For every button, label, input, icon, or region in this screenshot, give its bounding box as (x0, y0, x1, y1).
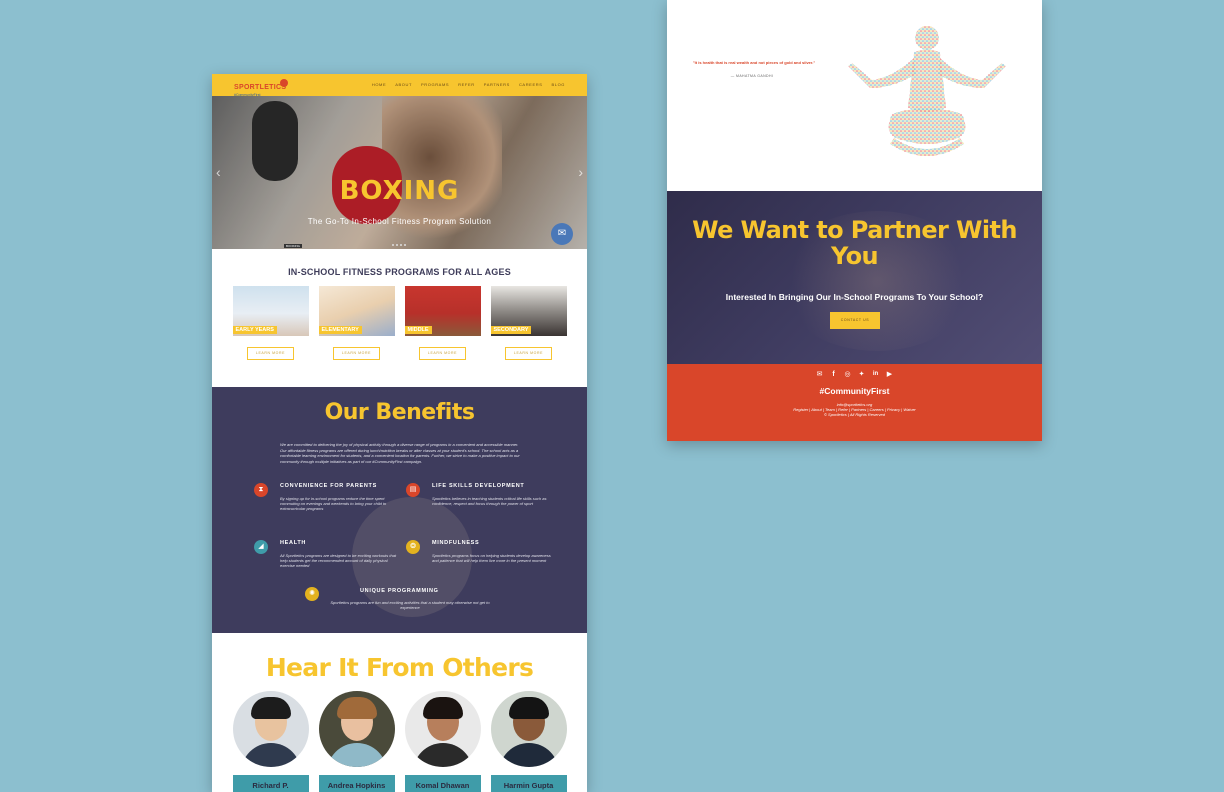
mail-icon[interactable]: ✉ (815, 370, 824, 379)
nav-item-blog[interactable]: BLOG (551, 82, 565, 87)
testimonial-people: Richard P. Andrea Hopkins Komal Dhawan H… (212, 691, 587, 792)
quote-section: "It is health that is real wealth and no… (667, 0, 1042, 191)
benefit-text: Sportletics believes in teaching student… (432, 496, 547, 507)
facebook-icon[interactable]: f (829, 370, 838, 379)
testimonial-card[interactable]: Richard P. (232, 691, 309, 792)
benefit-title: LIFE SKILLS DEVELOPMENT (432, 483, 525, 489)
benefits-intro: We are committed to delivering the joy o… (280, 442, 520, 464)
book-icon: ▤ (406, 483, 420, 497)
hourglass-icon: ⧗ (254, 483, 268, 497)
hero-overlay (212, 96, 587, 249)
social-links: ✉ f ◎ ✦ in ▶ (667, 364, 1042, 379)
mail-icon[interactable]: ✉ (551, 223, 573, 245)
testimonials-section: Hear It From Others Richard P. Andrea Ho… (212, 633, 587, 792)
avatar (490, 691, 567, 767)
learn-more-button[interactable]: LEARN MORE (247, 347, 294, 360)
program-cards: EARLY YEARS LEARN MORE ELEMENTARY LEARN … (212, 286, 587, 360)
lightbulb-icon: ✺ (305, 587, 319, 601)
nav-item-refer[interactable]: REFER (458, 82, 475, 87)
footer-hashtag: #CommunityFirst (819, 386, 890, 396)
yoga-figure-illustration (848, 26, 1006, 156)
benefit-text: By signing up for in-school programs red… (280, 496, 387, 512)
program-card-middle: MIDDLE LEARN MORE (404, 286, 481, 360)
nav-item-home[interactable]: HOME (372, 82, 386, 87)
avatar (404, 691, 481, 767)
program-card-secondary: SECONDARY LEARN MORE (490, 286, 567, 360)
benefit-mindfulness: ❂ MINDFULNESS Sportletics programs focus… (406, 540, 552, 564)
program-label: ELEMENTARY (318, 326, 362, 334)
partner-section: We Want to Partner With You Interested I… (667, 191, 1042, 364)
instagram-icon[interactable]: ◎ (843, 370, 852, 379)
programs-section: IN-SCHOOL FITNESS PROGRAMS FOR ALL AGES … (212, 249, 587, 387)
homepage-mockup: SPORTLETICS #CommunityFirst HOME ABOUT P… (212, 74, 587, 792)
benefits-section: Our Benefits We are committed to deliver… (212, 387, 587, 633)
avatar (318, 691, 395, 767)
benefit-title: HEALTH (280, 540, 307, 546)
learn-more-button[interactable]: LEARN MORE (505, 347, 552, 360)
benefit-life-skills: ▤ LIFE SKILLS DEVELOPMENT Sportletics be… (406, 483, 552, 507)
testimonial-name: Richard P. (232, 775, 309, 792)
benefit-text: Sportletics programs are fun and excitin… (330, 600, 490, 611)
program-image[interactable]: EARLY YEARS (232, 286, 309, 336)
benefit-title: MINDFULNESS (432, 540, 480, 546)
logo-text: SPORTLETICS (234, 84, 287, 91)
testimonial-name: Komal Dhawan (404, 775, 481, 792)
benefit-health: ◢ HEALTH All Sportletics programs are de… (254, 540, 400, 569)
contact-us-button[interactable]: CONTACT US (830, 312, 880, 329)
twitter-icon[interactable]: ✦ (857, 370, 866, 379)
program-image[interactable]: ELEMENTARY (318, 286, 395, 336)
slider-dots[interactable] (392, 244, 406, 246)
learn-more-button[interactable]: LEARN MORE (419, 347, 466, 360)
main-nav: HOME ABOUT PROGRAMS REFER PARTNERS CAREE… (372, 82, 565, 87)
footer-copyright: © Sportletics | All Rights Reserved (824, 412, 885, 417)
youtube-icon[interactable]: ▶ (885, 370, 894, 379)
linkedin-icon[interactable]: in (871, 370, 880, 379)
benefits-title: Our Benefits (324, 400, 475, 425)
nav-item-programs[interactable]: PROGRAMS (421, 82, 449, 87)
testimonial-card[interactable]: Harmin Gupta (490, 691, 567, 792)
partner-subtitle: Interested In Bringing Our In-School Pro… (725, 292, 984, 302)
benefit-title: CONVENIENCE FOR PARENTS (280, 483, 377, 489)
avatar (232, 691, 309, 767)
testimonials-title: Hear It From Others (265, 653, 534, 682)
testimonial-name: Harmin Gupta (490, 775, 567, 792)
site-logo[interactable]: SPORTLETICS #CommunityFirst (234, 76, 294, 97)
program-image[interactable]: MIDDLE (404, 286, 481, 336)
program-label: EARLY YEARS (232, 326, 277, 334)
nav-item-about[interactable]: ABOUT (395, 82, 412, 87)
quote-author: — MAHATMA GANDHI (730, 74, 774, 78)
learn-more-button[interactable]: LEARN MORE (333, 347, 380, 360)
programs-title: IN-SCHOOL FITNESS PROGRAMS FOR ALL AGES (288, 267, 511, 277)
program-label: MIDDLE (404, 326, 432, 334)
testimonial-card[interactable]: Andrea Hopkins (318, 691, 395, 792)
hero-subtitle: The Go-To In-School Fitness Program Solu… (307, 217, 492, 226)
partner-title: We Want to Partner With You (692, 216, 1017, 270)
program-card-early-years: EARLY YEARS LEARN MORE (232, 286, 309, 360)
benefit-text: All Sportletics programs are designed to… (280, 553, 397, 569)
logo-mark-icon (280, 79, 288, 87)
program-label: SECONDARY (490, 326, 532, 334)
site-footer: ✉ f ◎ ✦ in ▶ #CommunityFirst info@sportl… (667, 364, 1042, 441)
nav-item-careers[interactable]: CAREERS (519, 82, 543, 87)
quote-text: "It is health that is real wealth and no… (692, 60, 816, 65)
nav-item-partners[interactable]: PARTNERS (484, 82, 510, 87)
sneaker-icon: ◢ (254, 540, 268, 554)
benefit-title: UNIQUE PROGRAMMING (360, 588, 439, 594)
benefit-unique-programming: ✺ UNIQUE PROGRAMMING Sportletics program… (305, 587, 490, 611)
footer-mockup: "It is health that is real wealth and no… (667, 0, 1042, 441)
benefit-convenience: ⧗ CONVENIENCE FOR PARENTS By signing up … (254, 483, 400, 512)
hero-tag: BOOKING (284, 244, 303, 248)
hero-slider: ‹ › BOXING The Go-To In-School Fitness P… (212, 96, 587, 249)
testimonial-name: Andrea Hopkins (318, 775, 395, 792)
hero-title: BOXING (339, 176, 460, 206)
header-bar: SPORTLETICS #CommunityFirst HOME ABOUT P… (212, 74, 587, 97)
benefit-text: Sportletics programs focus on helping st… (432, 553, 551, 564)
program-card-elementary: ELEMENTARY LEARN MORE (318, 286, 395, 360)
testimonial-card[interactable]: Komal Dhawan (404, 691, 481, 792)
brain-icon: ❂ (406, 540, 420, 554)
program-image[interactable]: SECONDARY (490, 286, 567, 336)
